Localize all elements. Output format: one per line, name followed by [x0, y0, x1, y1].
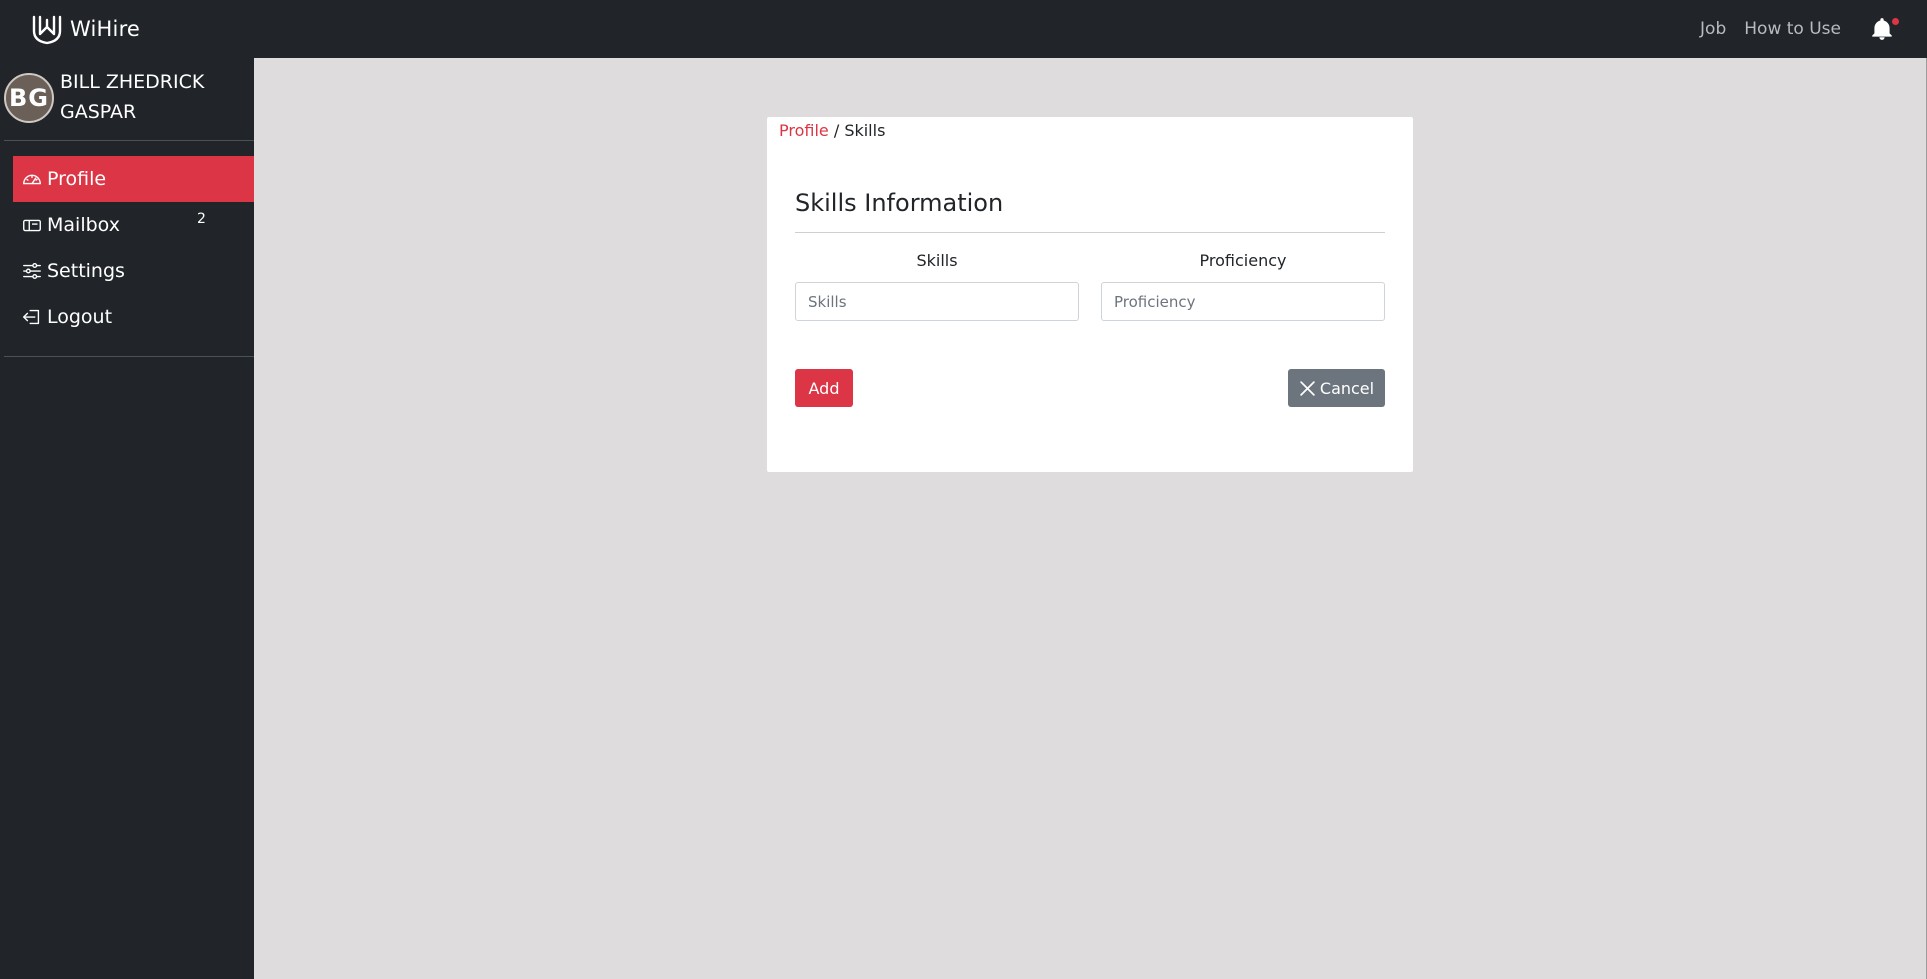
cancel-label: Cancel	[1319, 378, 1375, 398]
cancel-button[interactable]: Cancel	[1288, 369, 1385, 407]
skills-input[interactable]	[795, 282, 1079, 321]
sidebar-item-label: Logout	[47, 306, 113, 328]
breadcrumb: Profile / Skills	[779, 121, 885, 140]
top-navbar: WiHire Job How to Use	[0, 0, 1927, 58]
sidebar-item-profile[interactable]: Profile	[13, 156, 254, 202]
nav-link-how-to-use[interactable]: How to Use	[1744, 19, 1841, 39]
add-button[interactable]: Add	[795, 369, 853, 407]
nav-link-job[interactable]: Job	[1700, 19, 1726, 39]
sidebar-item-mailbox[interactable]: Mailbox 2	[13, 202, 254, 248]
skills-label: Skills	[916, 251, 958, 270]
proficiency-input[interactable]	[1101, 282, 1385, 321]
sidebar-item-label: Mailbox	[47, 214, 120, 236]
breadcrumb-profile-link[interactable]: Profile	[779, 121, 829, 140]
skills-form-card: Profile / Skills Skills Information Skil…	[767, 117, 1413, 472]
proficiency-label: Proficiency	[1199, 251, 1287, 270]
sidebar-divider	[4, 356, 254, 357]
sidebar-menu: Profile Mailbox 2 Settings Logout	[13, 156, 254, 340]
logout-icon	[23, 309, 40, 325]
brand-link[interactable]: WiHire	[30, 12, 140, 46]
page-title: Skills Information	[795, 189, 1004, 217]
sidebar-item-label: Settings	[47, 260, 125, 282]
brand-name: WiHire	[70, 17, 141, 41]
breadcrumb-current: Skills	[844, 121, 886, 140]
sidebar: BG BILL ZHEDRICK GASPAR Profile Mailbox …	[0, 58, 254, 979]
avatar: BG	[4, 73, 54, 123]
sidebar-divider	[4, 140, 254, 141]
sidebar-item-logout[interactable]: Logout	[13, 294, 254, 340]
user-name: BILL ZHEDRICK GASPAR	[60, 71, 205, 123]
mail-count-badge: 2	[197, 211, 206, 227]
notification-dot	[1892, 18, 1899, 25]
sidebar-item-label: Profile	[47, 168, 107, 190]
title-divider	[795, 232, 1385, 233]
mailbox-icon	[23, 219, 41, 232]
sidebar-item-settings[interactable]: Settings	[13, 248, 254, 294]
top-nav-links: Job How to Use	[1700, 19, 1841, 39]
close-icon	[1300, 380, 1315, 396]
dashboard-icon	[23, 174, 41, 185]
user-profile: BG BILL ZHEDRICK GASPAR	[4, 67, 240, 127]
sliders-icon	[23, 262, 41, 280]
breadcrumb-separator: /	[828, 121, 845, 140]
wihire-logo-icon	[32, 15, 62, 45]
